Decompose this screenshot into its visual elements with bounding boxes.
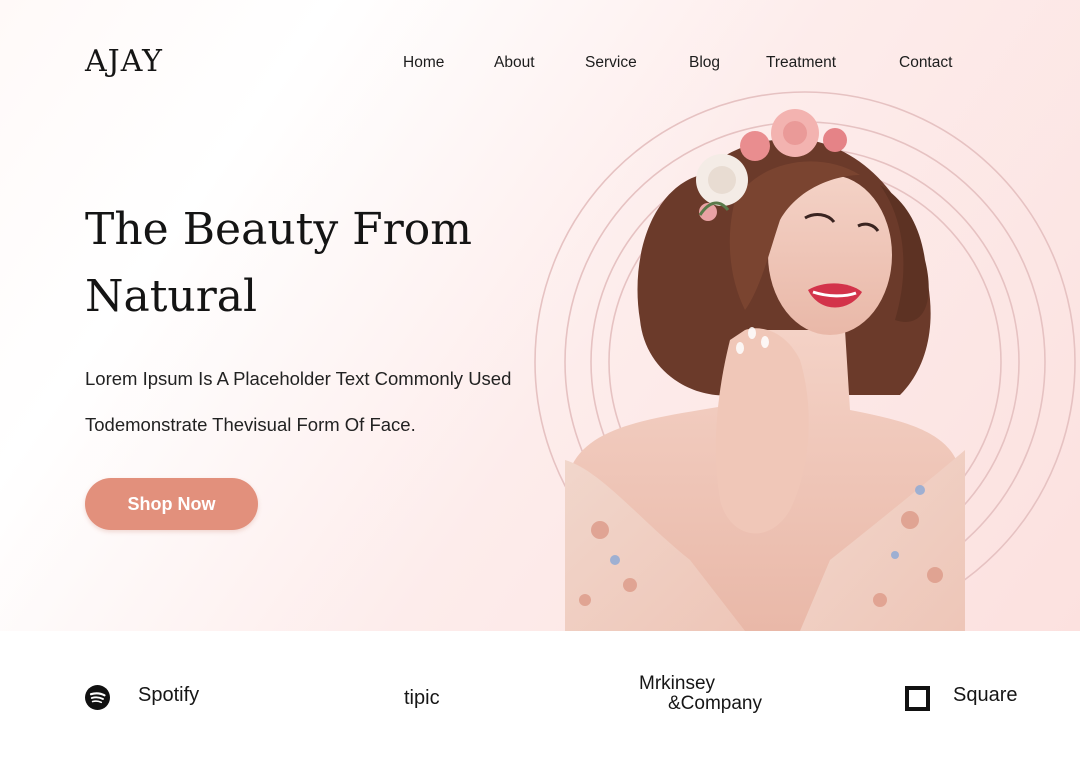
shop-now-button[interactable]: Shop Now	[85, 478, 258, 530]
nav-item-blog[interactable]: Blog	[689, 54, 720, 72]
nav-item-treatment[interactable]: Treatment	[766, 54, 836, 72]
spotify-icon	[85, 685, 110, 710]
nav-item-contact[interactable]: Contact	[899, 54, 952, 72]
square-icon	[905, 686, 930, 711]
mckinsey-line2: &Company	[668, 693, 762, 714]
hero-description: Lorem Ipsum Is A Placeholder Text Common…	[85, 368, 512, 435]
hero-title: The Beauty From Natural	[85, 204, 472, 322]
partner-mckinsey[interactable]: Mrkinsey &Company	[639, 674, 799, 714]
spotify-label: Spotify	[138, 684, 200, 706]
square-label: Square	[953, 684, 1018, 706]
nav-item-service[interactable]: Service	[585, 54, 637, 72]
mckinsey-line1: Mrkinsey	[639, 673, 716, 694]
main-nav: Home About Service Blog Treatment Contac…	[0, 54, 1080, 76]
partner-tipic[interactable]: tipic	[404, 687, 440, 710]
nav-item-home[interactable]: Home	[403, 54, 444, 72]
hero-section: AJAY Home About Service Blog Treatment C…	[0, 0, 1080, 631]
nav-item-about[interactable]: About	[494, 54, 535, 72]
